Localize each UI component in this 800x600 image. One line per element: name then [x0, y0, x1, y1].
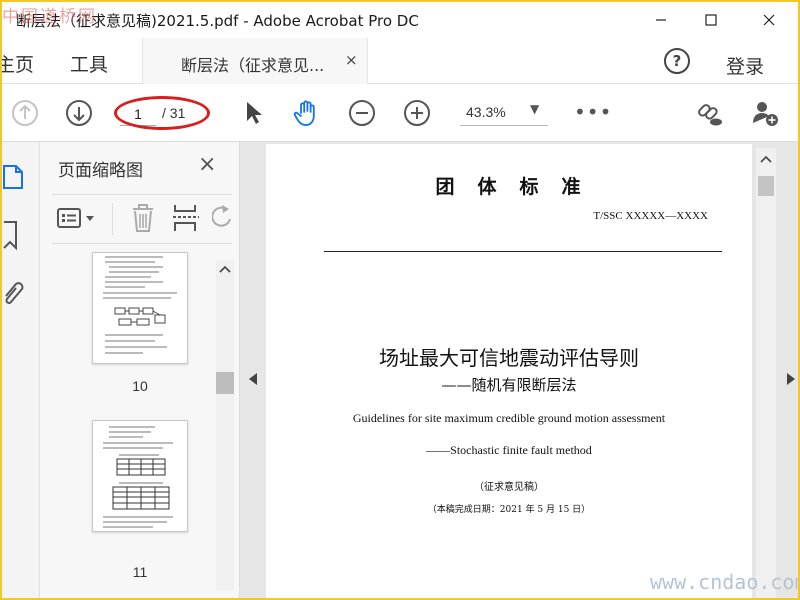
next-page-button[interactable] [64, 98, 94, 128]
bookmark-icon[interactable] [2, 220, 22, 250]
panel-title: 页面缩略图 [58, 161, 143, 181]
thumbnail-options-icon[interactable] [56, 207, 102, 231]
tab-home[interactable]: 主页 [2, 50, 34, 77]
more-tools-button[interactable]: ••• [574, 102, 612, 122]
scrollbar-thumb[interactable] [758, 176, 774, 196]
login-button[interactable]: 登录 [726, 52, 764, 79]
collapse-right-icon[interactable] [786, 372, 796, 386]
document-scrollbar[interactable] [756, 148, 776, 598]
minimize-icon [656, 19, 666, 21]
hand-icon [293, 100, 315, 126]
add-user-button[interactable] [750, 98, 780, 128]
title-bar: 断层法（征求意见稿)2021.5.pdf - Adobe Acrobat Pro… [2, 2, 798, 38]
pdf-page: 团 体 标 准 T/SSC XXXXX—XXXX 场址最大可信地震动评估导则 —… [266, 144, 752, 598]
highlight-ellipse [114, 96, 210, 130]
chevron-down-icon: ▼ [530, 102, 540, 116]
left-rail [2, 142, 40, 598]
close-window-button[interactable] [746, 2, 792, 38]
thumbnail-list: 10 11 [40, 250, 240, 598]
tab-document-label: 断层法（征求意见... [181, 56, 325, 75]
collapse-left-icon[interactable] [248, 372, 258, 386]
thumbnail-page-11[interactable] [92, 420, 188, 532]
attachment-icon[interactable] [2, 278, 24, 308]
watermark-url: www.cndao.com [650, 570, 798, 594]
trash-icon[interactable] [130, 203, 156, 233]
document-subtitle-cn: ——随机有限断层法 [441, 376, 577, 394]
thumbnail-preview [103, 426, 173, 528]
zoom-value: 43.3% [466, 104, 506, 120]
app-window: 断层法（征求意见稿)2021.5.pdf - Adobe Acrobat Pro… [2, 2, 798, 598]
panel-toolbar [52, 194, 232, 244]
draft-note: （征求意见稿） [474, 482, 544, 493]
tab-document[interactable]: 断层法（征求意见... × [142, 38, 368, 84]
standard-code: T/SSC XXXXX—XXXX [593, 210, 708, 222]
thumbnail-label-11: 11 [132, 564, 148, 580]
thumbnail-page-10[interactable] [92, 252, 188, 364]
title-rule [324, 251, 722, 252]
zoom-out-button[interactable] [347, 98, 377, 128]
close-icon [763, 14, 775, 26]
org-title: 团 体 标 准 [435, 176, 583, 198]
maximize-icon [705, 14, 717, 26]
zoom-in-button[interactable] [402, 98, 432, 128]
panel-close-button[interactable]: × [198, 152, 216, 177]
document-view: 团 体 标 准 T/SSC XXXXX—XXXX 场址最大可信地震动评估导则 —… [240, 142, 798, 598]
add-user-icon [753, 102, 778, 126]
tabs-bar: 主页 工具 断层法（征求意见... × ? 登录 [2, 38, 798, 84]
insert-page-icon[interactable] [172, 203, 200, 233]
tab-close-button[interactable]: × [345, 51, 358, 69]
cursor-icon [247, 102, 262, 124]
maximize-button[interactable] [688, 2, 734, 38]
zoom-select[interactable]: 43.3% ▼ [460, 100, 548, 126]
thumbnails-panel: 页面缩略图 × 10 11 [40, 142, 240, 598]
zoom-out-icon [349, 100, 375, 126]
share-link-button[interactable] [694, 98, 724, 128]
completion-date: （本稿完成日期：2021 年 5 月 15 日） [427, 505, 591, 515]
document-subtitle-en: ——Stochastic finite fault method [426, 443, 592, 457]
rotate-icon[interactable] [212, 203, 232, 233]
arrow-down-circle-icon [66, 100, 92, 126]
thumbnail-label-10: 10 [132, 378, 148, 394]
help-icon[interactable]: ? [664, 48, 690, 74]
document-title-en: Guidelines for site maximum credible gro… [352, 411, 666, 425]
link-icon [698, 104, 722, 126]
watermark-logo: 中国道桥网 [2, 7, 97, 27]
minimize-button[interactable] [638, 2, 684, 38]
tab-tools[interactable]: 工具 [70, 50, 108, 77]
arrow-up-circle-icon [12, 100, 38, 126]
zoom-in-icon [404, 100, 430, 126]
prev-page-button[interactable] [10, 98, 40, 128]
chevron-up-icon[interactable] [760, 154, 772, 164]
page-thumbnails-icon[interactable] [2, 162, 26, 190]
thumbnail-preview [103, 256, 177, 354]
hand-tool-button[interactable] [292, 98, 322, 128]
select-tool-button[interactable] [238, 98, 268, 128]
document-title-cn: 场址最大可信地震动评估导则 [379, 346, 639, 370]
